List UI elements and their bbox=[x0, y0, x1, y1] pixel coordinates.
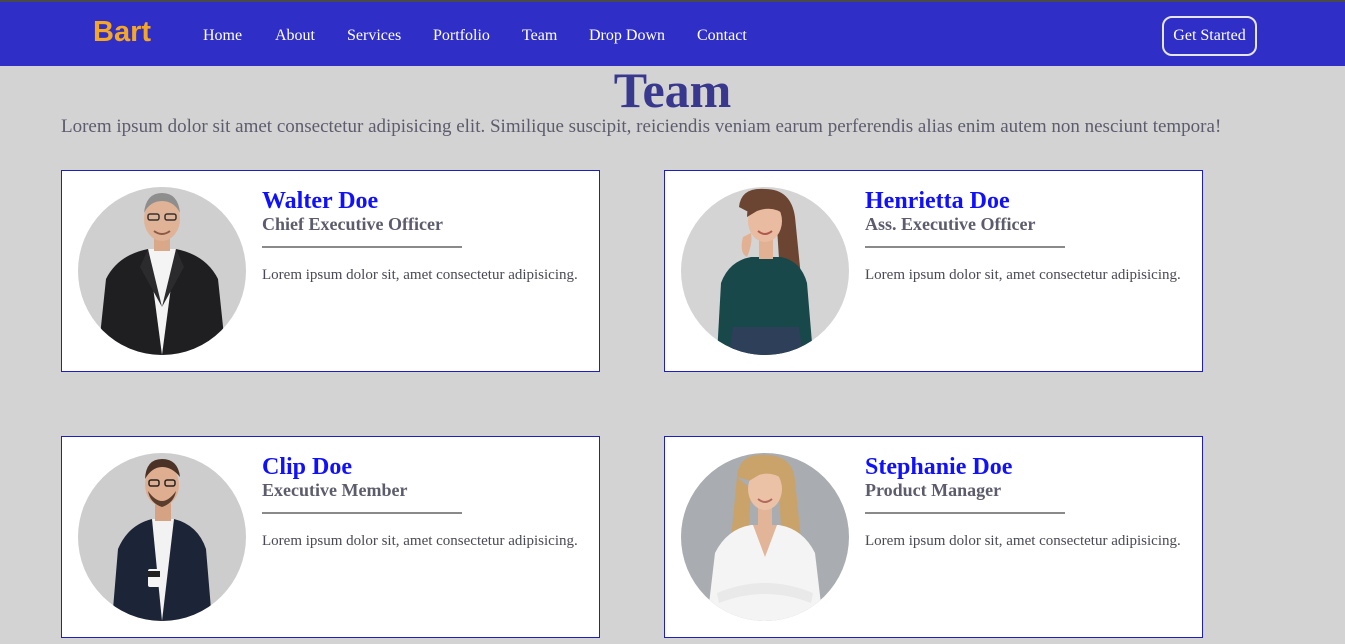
team-card-henrietta: Henrietta Doe Ass. Executive Officer Lor… bbox=[664, 170, 1203, 372]
member-description: Lorem ipsum dolor sit, amet consectetur … bbox=[865, 267, 1181, 283]
team-card-clip: Clip Doe Executive Member Lorem ipsum do… bbox=[61, 436, 600, 638]
page-title: Team bbox=[613, 62, 732, 118]
navbar: Bart Home About Services Portfolio Team … bbox=[0, 2, 1345, 66]
team-card-stephanie: Stephanie Doe Product Manager Lorem ipsu… bbox=[664, 436, 1203, 638]
clip-photo bbox=[78, 453, 246, 621]
walter-photo bbox=[78, 187, 246, 355]
nav-home[interactable]: Home bbox=[203, 26, 242, 45]
nav-about[interactable]: About bbox=[275, 26, 315, 45]
member-name: Clip Doe bbox=[262, 454, 352, 480]
team-card-walter: Walter Doe Chief Executive Officer Lorem… bbox=[61, 170, 600, 372]
member-name: Henrietta Doe bbox=[865, 188, 1010, 214]
person-avatar-icon bbox=[681, 453, 849, 621]
stephanie-photo bbox=[681, 453, 849, 621]
member-description: Lorem ipsum dolor sit, amet consectetur … bbox=[865, 533, 1181, 549]
nav-contact[interactable]: Contact bbox=[697, 26, 747, 45]
nav-services[interactable]: Services bbox=[347, 26, 401, 45]
member-name: Stephanie Doe bbox=[865, 454, 1013, 480]
get-started-button[interactable]: Get Started bbox=[1162, 16, 1257, 56]
member-role: Chief Executive Officer bbox=[262, 214, 443, 234]
divider bbox=[262, 246, 462, 248]
member-description: Lorem ipsum dolor sit, amet consectetur … bbox=[262, 533, 578, 549]
nav-team[interactable]: Team bbox=[522, 26, 557, 45]
brand-logo[interactable]: Bart bbox=[93, 18, 151, 47]
nav-drop-down[interactable]: Drop Down bbox=[589, 26, 665, 45]
member-role: Product Manager bbox=[865, 480, 1002, 500]
member-role: Executive Member bbox=[262, 480, 408, 500]
nav-portfolio[interactable]: Portfolio bbox=[433, 26, 490, 45]
divider bbox=[262, 512, 462, 514]
member-role: Ass. Executive Officer bbox=[865, 214, 1036, 234]
divider bbox=[865, 512, 1065, 514]
henrietta-photo bbox=[681, 187, 849, 355]
person-avatar-icon bbox=[681, 187, 849, 355]
member-name: Walter Doe bbox=[262, 188, 379, 214]
page-subtitle: Lorem ipsum dolor sit amet consectetur a… bbox=[61, 116, 1222, 137]
person-avatar-icon bbox=[78, 453, 246, 621]
divider bbox=[865, 246, 1065, 248]
member-description: Lorem ipsum dolor sit, amet consectetur … bbox=[262, 267, 578, 283]
person-avatar-icon bbox=[78, 187, 246, 355]
